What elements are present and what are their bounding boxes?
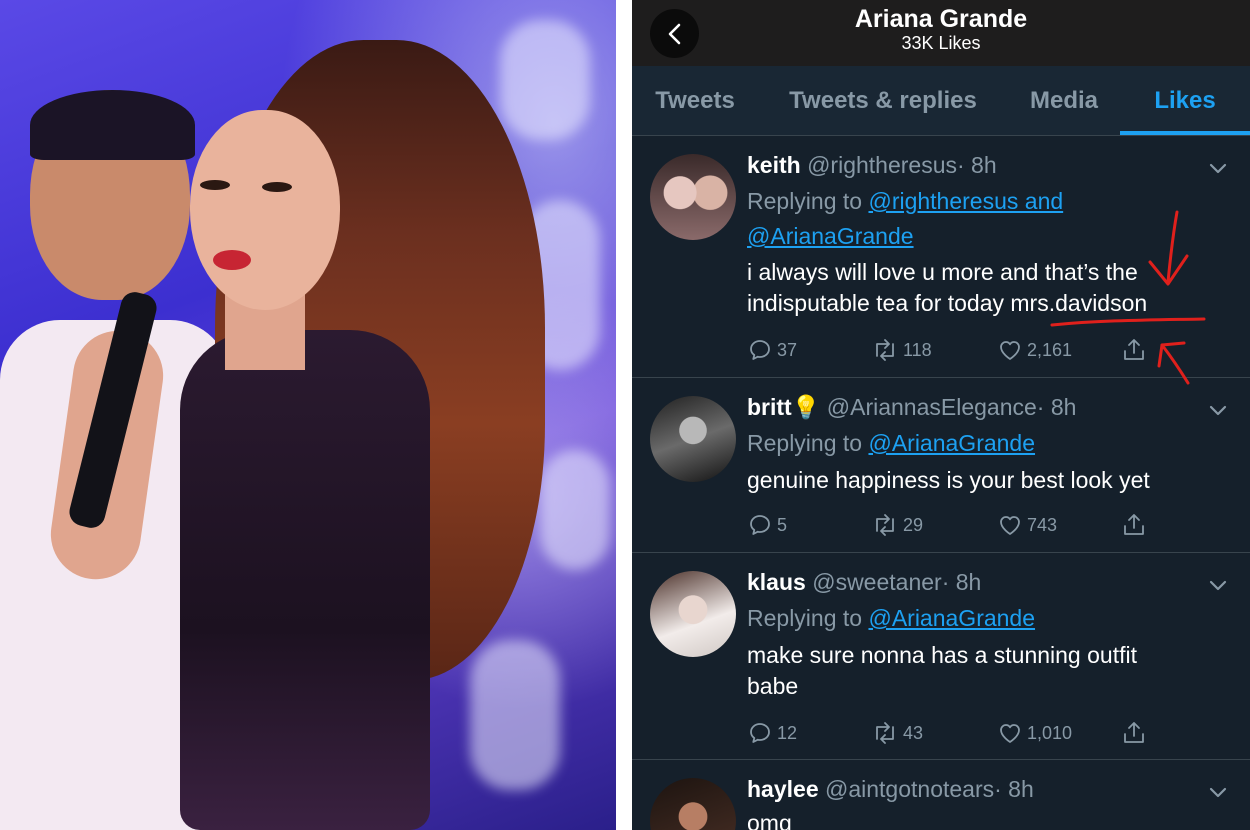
tweet-text: omg: [747, 810, 792, 830]
avatar[interactable]: [650, 396, 736, 482]
like-button[interactable]: 743: [997, 510, 1057, 540]
lightbulb-icon: 💡: [791, 394, 821, 420]
tweet[interactable]: keith @rightheresus· 8h Replying to @rig…: [632, 136, 1250, 378]
reply-button[interactable]: 12: [747, 718, 797, 748]
chevron-down-icon[interactable]: [1206, 398, 1230, 422]
like-count: 2,161: [1027, 339, 1073, 360]
reply-icon: [750, 340, 770, 360]
tweet-author-name[interactable]: haylee: [747, 776, 819, 802]
divider: [616, 0, 632, 830]
tweet-author-handle[interactable]: @aintgotnotears: [825, 776, 994, 802]
tweet-author-handle[interactable]: @rightheresus: [807, 152, 957, 178]
like-button[interactable]: 1,010: [997, 718, 1072, 748]
singer-face: [190, 110, 340, 310]
share-icon: [1124, 339, 1144, 360]
reply-icon: [750, 723, 770, 743]
active-tab-indicator: [1120, 131, 1250, 135]
replying-to-label: Replying to: [747, 430, 863, 456]
likes-count: 33K Likes: [901, 33, 981, 53]
heart-icon: [1000, 724, 1020, 743]
tweet-text: make sure nonna has a stunning outfit: [747, 642, 1137, 668]
tweet-author-name[interactable]: klaus: [747, 569, 806, 595]
avatar[interactable]: [650, 778, 736, 830]
retweet-button[interactable]: 118: [871, 335, 932, 365]
mention-link[interactable]: @rightheresus and: [868, 188, 1063, 214]
retweet-button[interactable]: 43: [871, 718, 923, 748]
reply-count: 37: [777, 339, 798, 360]
tab-tweets[interactable]: Tweets: [632, 66, 758, 136]
tweet[interactable]: klaus @sweetaner· 8h Replying to @Ariana…: [632, 553, 1250, 760]
avatar[interactable]: [650, 571, 736, 657]
avatar[interactable]: [650, 154, 736, 240]
retweet-button[interactable]: 29: [871, 510, 923, 540]
tab-tweets-replies[interactable]: Tweets & replies: [780, 66, 986, 136]
tab-likes[interactable]: Likes: [1120, 66, 1250, 136]
replying-to-label: Replying to: [747, 605, 863, 631]
stage-light: [470, 640, 560, 790]
tweet-author-handle[interactable]: @sweetaner: [812, 569, 941, 595]
tweet-text: babe: [747, 673, 799, 699]
replying-to-label: Replying to: [747, 188, 863, 214]
stage-light: [500, 20, 590, 140]
reply-count: 12: [777, 722, 798, 743]
chevron-down-icon[interactable]: [1206, 573, 1230, 597]
share-button[interactable]: [1121, 718, 1151, 748]
twitter-likes-screen: Ariana Grande 33K Likes Tweets Tweets & …: [632, 0, 1250, 830]
chevron-down-icon[interactable]: [1206, 780, 1230, 804]
tweet-time: · 8h: [994, 776, 1034, 802]
mention-link[interactable]: @ArianaGrande: [868, 430, 1035, 456]
tweet[interactable]: haylee @aintgotnotears· 8h omg: [632, 760, 1250, 830]
stage-light: [540, 450, 610, 570]
retweet-icon: [876, 722, 894, 744]
mention-link[interactable]: @ArianaGrande: [747, 223, 914, 249]
tweet-author-name[interactable]: keith: [747, 152, 801, 178]
heart-icon: [1000, 341, 1020, 360]
tweet-text: indisputable tea for today mrs.davidson: [747, 290, 1148, 316]
tweet-time: · 8h: [941, 569, 982, 595]
retweet-count: 118: [903, 339, 932, 360]
share-button[interactable]: [1121, 510, 1151, 540]
tweet-actions: 5 29 743: [747, 510, 1187, 540]
reply-icon: [750, 515, 770, 535]
retweet-count: 43: [903, 722, 924, 743]
retweet-icon: [876, 514, 894, 536]
singer-outfit: [180, 330, 430, 830]
tweet-actions: 12 43 1,010: [747, 718, 1187, 748]
tweet-text: i always will love u more and that’s the: [747, 259, 1138, 285]
tweet-time: · 8h: [1036, 394, 1077, 420]
reply-count: 5: [777, 514, 788, 535]
retweet-icon: [876, 339, 894, 361]
profile-tabs: Tweets Tweets & replies Media Likes: [632, 66, 1250, 136]
share-icon: [1124, 722, 1144, 743]
like-count: 1,010: [1027, 722, 1073, 743]
mention-link[interactable]: @ArianaGrande: [868, 605, 1035, 631]
share-icon: [1124, 514, 1144, 535]
tab-media[interactable]: Media: [1014, 66, 1114, 136]
concert-photo: [0, 0, 616, 830]
tweet-actions: 37 118 2,161: [747, 335, 1187, 365]
reply-button[interactable]: 5: [747, 510, 787, 540]
like-count: 743: [1027, 514, 1058, 535]
tweet-author-handle[interactable]: @AriannasElegance: [827, 394, 1037, 420]
tweet[interactable]: britt💡 @AriannasElegance· 8h Replying to…: [632, 378, 1250, 553]
profile-header: Ariana Grande 33K Likes: [632, 0, 1250, 66]
tweet-time: · 8h: [957, 152, 997, 178]
reply-button[interactable]: 37: [747, 335, 797, 365]
profile-name: Ariana Grande: [854, 5, 1028, 33]
share-button[interactable]: [1121, 335, 1151, 365]
chevron-down-icon[interactable]: [1206, 156, 1230, 180]
tweet-author-name[interactable]: britt: [747, 394, 792, 420]
heart-icon: [1000, 516, 1020, 535]
tweet-text: genuine happiness is your best look yet: [747, 467, 1150, 493]
retweet-count: 29: [903, 514, 924, 535]
like-button[interactable]: 2,161: [997, 335, 1072, 365]
